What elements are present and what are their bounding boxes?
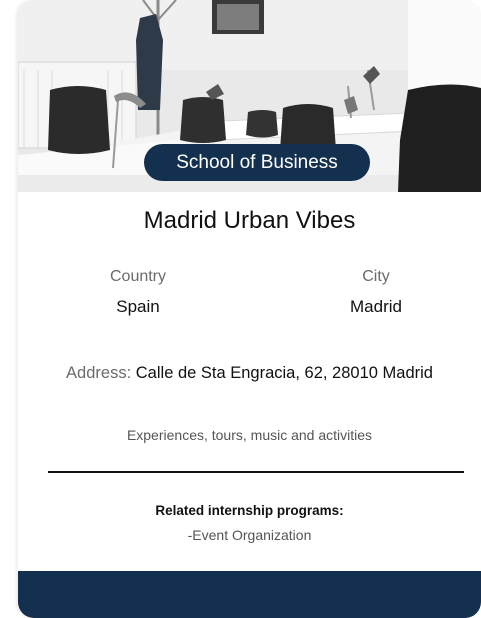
divider: [48, 471, 464, 473]
school-badge: School of Business: [144, 144, 370, 181]
country-label: Country: [109, 268, 167, 285]
address-line: Address: Calle de Sta Engracia, 62, 2801…: [18, 364, 481, 383]
related-programs-heading: Related internship programs:: [155, 503, 344, 518]
location-title: Madrid Urban Vibes: [143, 207, 356, 234]
address-value: Calle de Sta Engracia, 62, 28010 Madrid: [135, 364, 433, 382]
location-card[interactable]: School of Business Madrid Urban Vibes Co…: [18, 0, 481, 618]
city-label: City: [362, 268, 390, 285]
city-value: Madrid: [350, 297, 402, 316]
description-text: Experiences, tours, music and activities: [126, 427, 373, 443]
country-value: Spain: [116, 297, 160, 316]
card-footer-band: [18, 571, 481, 618]
address-label: Address:: [66, 364, 132, 382]
related-program-item: -Event Organization: [187, 527, 312, 543]
